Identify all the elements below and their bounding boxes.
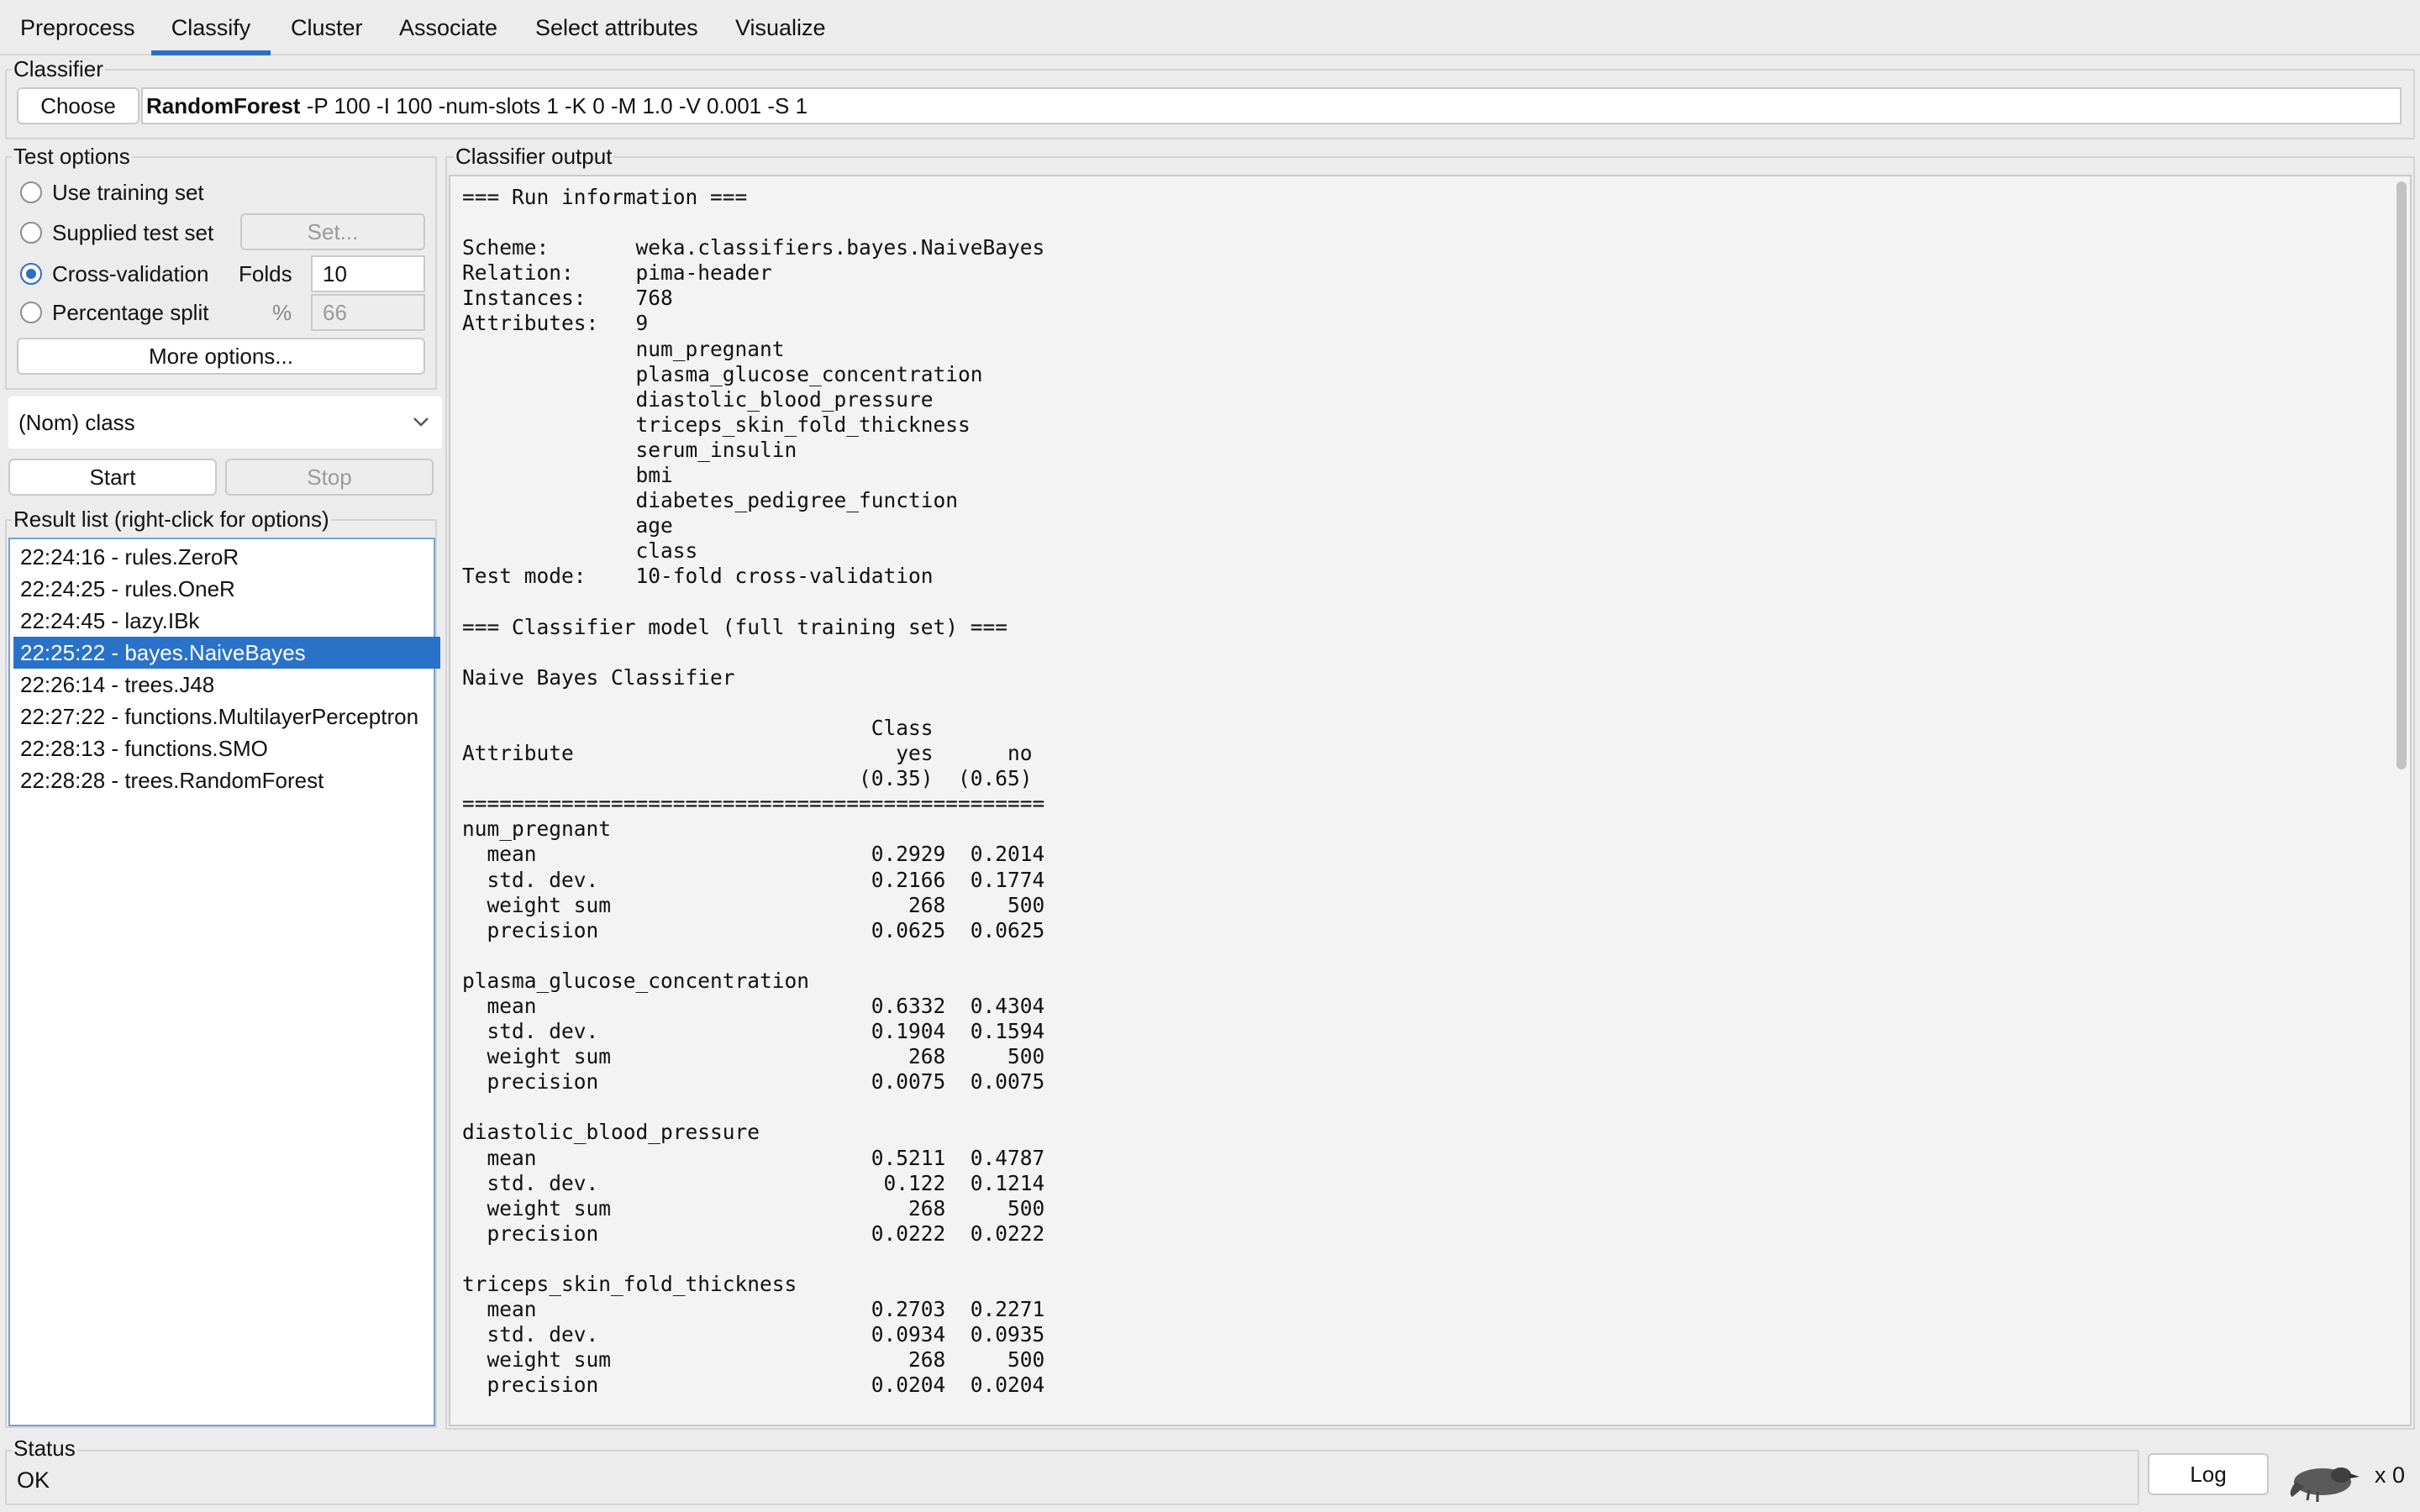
result-list-item[interactable]: 22:26:14 - trees.J48 [20, 669, 214, 701]
classifier-options: -P 100 -I 100 -num-slots 1 -K 0 -M 1.0 -… [300, 93, 808, 118]
classifier-config-field[interactable]: RandomForest -P 100 -I 100 -num-slots 1 … [141, 87, 2402, 124]
result-list-item[interactable]: 22:27:22 - functions.MultilayerPerceptro… [20, 701, 418, 732]
class-attribute-select[interactable]: (Nom) class [8, 396, 442, 449]
stop-button[interactable]: Stop [225, 459, 434, 496]
result-list-item[interactable]: 22:24:45 - lazy.IBk [20, 605, 199, 637]
percentage-split-radio[interactable] [20, 302, 42, 323]
result-list-item-selected[interactable]: 22:25:22 - bayes.NaiveBayes [13, 637, 440, 669]
output-scrollbar[interactable] [2391, 176, 2410, 1425]
set-test-set-button[interactable]: Set... [240, 213, 425, 250]
classifier-output-text-area[interactable]: === Run information === Scheme: weka.cla… [449, 175, 2412, 1426]
result-list-item[interactable]: 22:28:28 - trees.RandomForest [20, 764, 324, 796]
status-group [5, 1450, 2139, 1505]
output-scrollbar-thumb[interactable] [2396, 181, 2407, 769]
percent-sign: % [272, 300, 292, 325]
result-list-item[interactable]: 22:24:16 - rules.ZeroR [20, 541, 239, 573]
tab-bar: Preprocess Classify Cluster Associate Se… [0, 0, 2420, 55]
percentage-split-label: Percentage split [52, 300, 209, 325]
supplied-test-set-radio[interactable] [20, 222, 42, 244]
result-list-item[interactable]: 22:28:13 - functions.SMO [20, 732, 268, 764]
cross-validation-radio[interactable] [20, 263, 42, 285]
use-training-set-label: Use training set [52, 180, 204, 205]
test-options-title: Test options [12, 143, 132, 170]
use-training-set-radio[interactable] [20, 181, 42, 203]
log-button[interactable]: Log [2148, 1453, 2269, 1495]
tab-visualize[interactable]: Visualize [735, 0, 826, 54]
folds-label: Folds [239, 261, 292, 286]
status-message: OK [17, 1467, 50, 1493]
folds-input[interactable]: 10 [311, 255, 425, 292]
classifier-name: RandomForest [146, 93, 301, 118]
cross-validation-label: Cross-validation [52, 261, 209, 286]
start-button[interactable]: Start [8, 459, 217, 496]
tab-select-attributes[interactable]: Select attributes [535, 0, 698, 54]
tab-associate[interactable]: Associate [399, 0, 497, 54]
supplied-test-set-label: Supplied test set [52, 220, 214, 245]
tab-cluster[interactable]: Cluster [291, 0, 363, 54]
result-list-title: Result list (right-click for options) [12, 506, 331, 533]
tab-preprocess[interactable]: Preprocess [20, 0, 135, 54]
choose-button[interactable]: Choose [17, 87, 139, 124]
weka-bird-icon[interactable] [2284, 1457, 2361, 1504]
classifier-output-title: Classifier output [454, 143, 614, 170]
percent-split-input[interactable]: 66 [311, 294, 425, 331]
classifier-output-text: === Run information === Scheme: weka.cla… [462, 185, 1045, 1398]
result-list-item[interactable]: 22:24:25 - rules.OneR [20, 573, 235, 605]
more-options-button[interactable]: More options... [17, 338, 425, 375]
classifier-group-title: Classifier [12, 55, 105, 82]
class-attribute-value: (Nom) class [18, 410, 135, 435]
status-title: Status [12, 1435, 77, 1462]
status-count: x 0 [2375, 1462, 2406, 1488]
tab-classify[interactable]: Classify [151, 0, 271, 55]
chevron-down-icon[interactable] [412, 413, 430, 430]
result-list[interactable]: 22:24:16 - rules.ZeroR 22:24:25 - rules.… [8, 538, 440, 1426]
